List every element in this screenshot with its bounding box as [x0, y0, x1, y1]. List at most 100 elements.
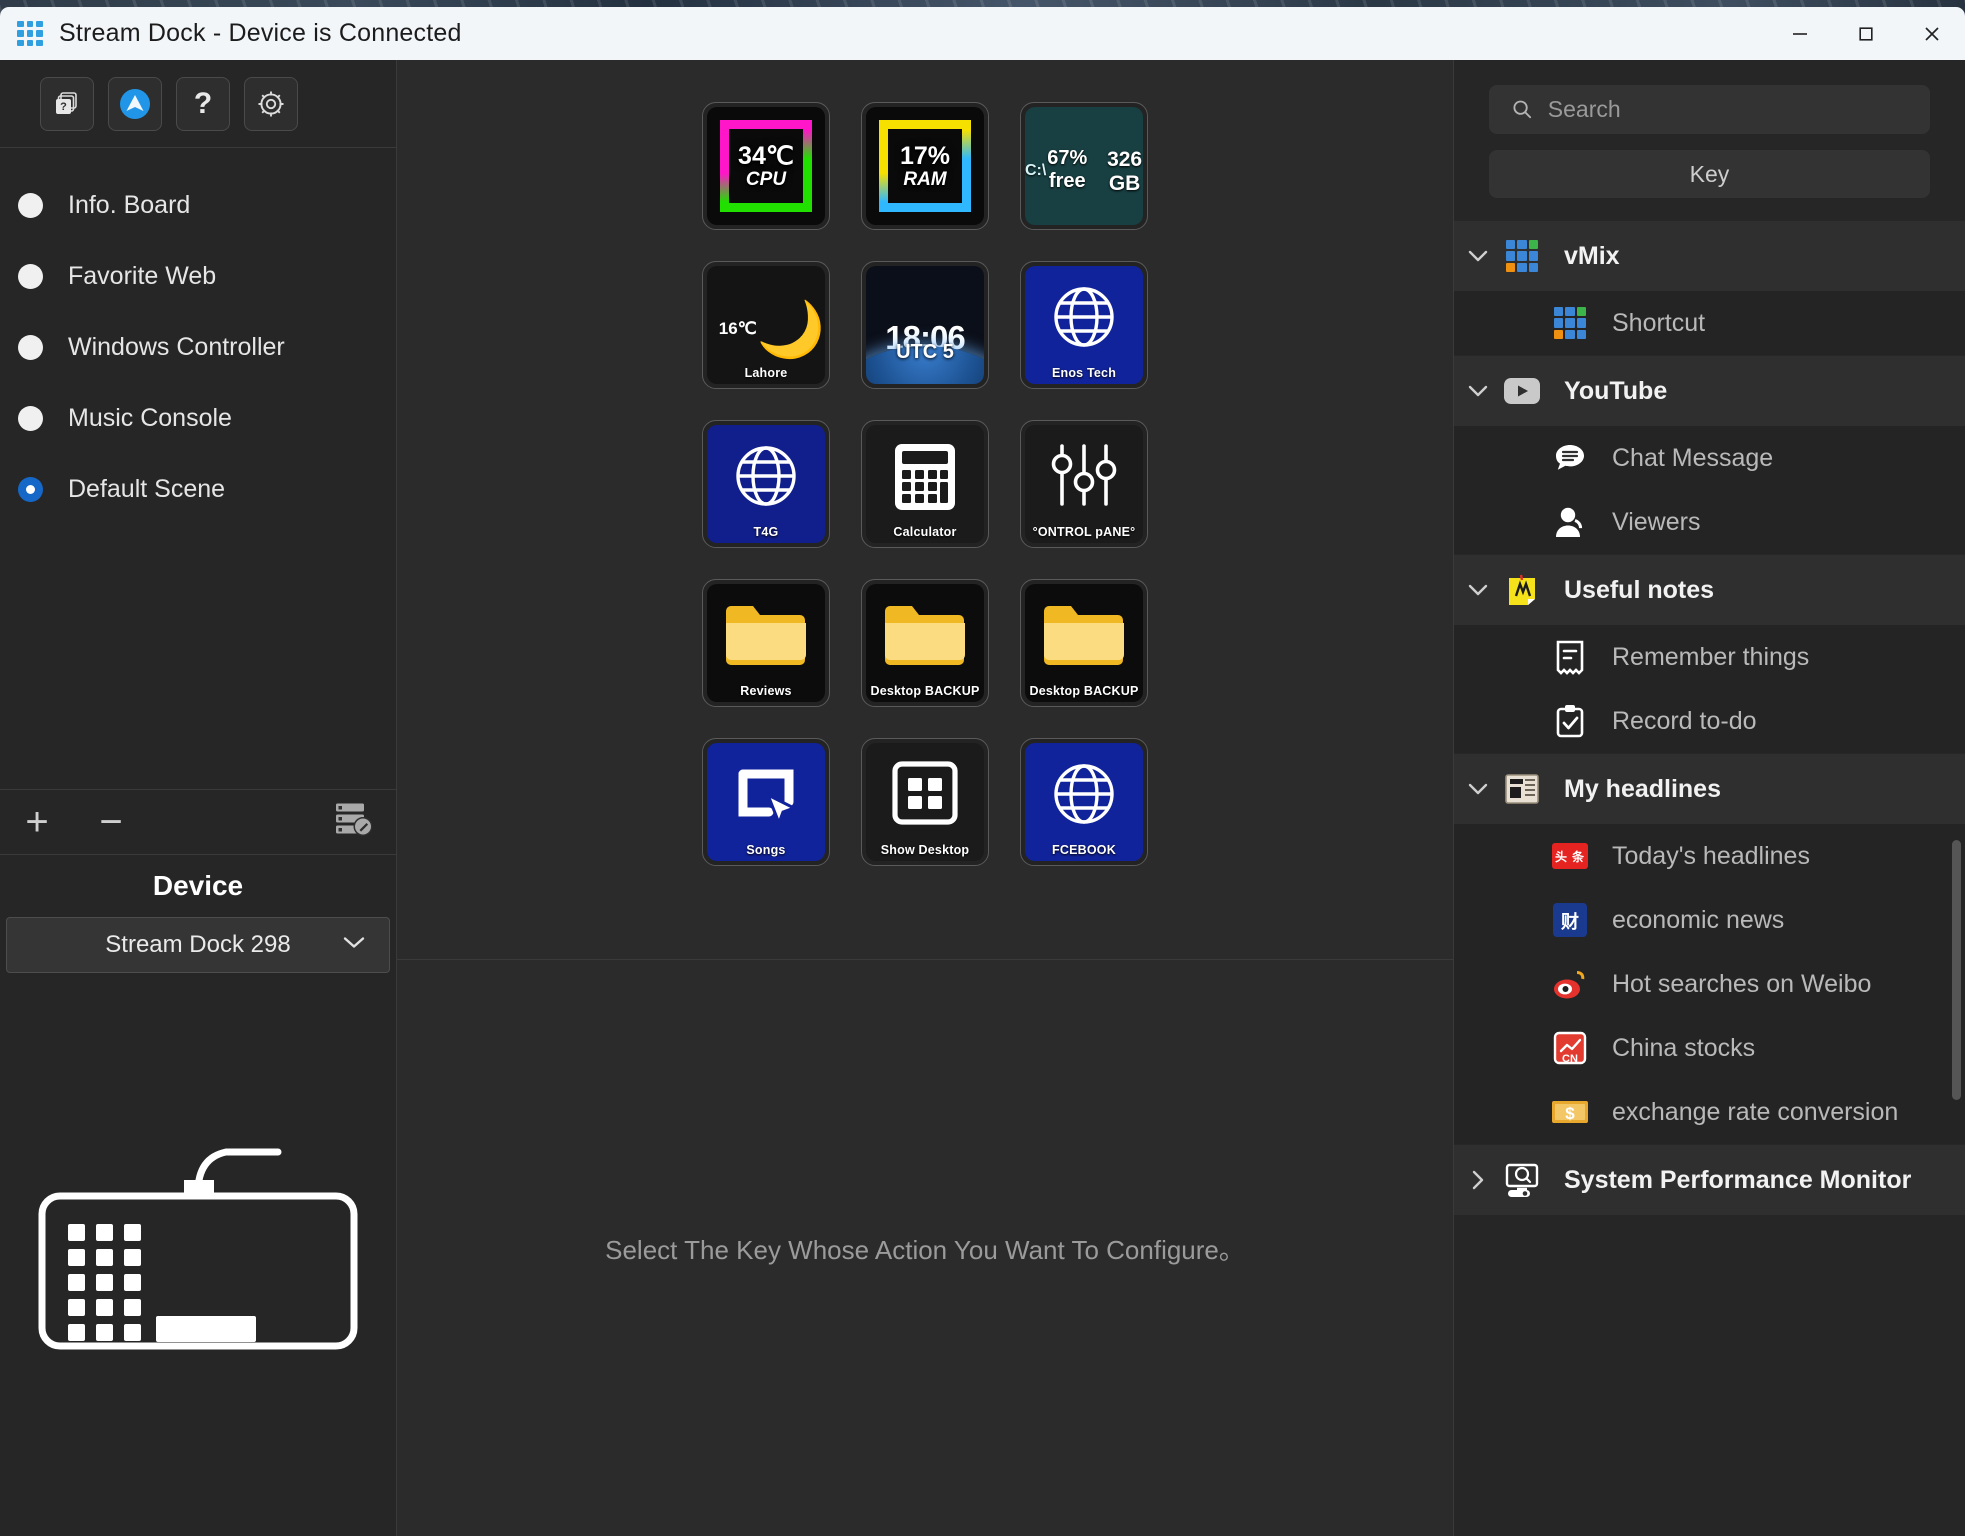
settings-button[interactable]	[244, 76, 298, 131]
key-calculator[interactable]: Calculator	[861, 420, 989, 548]
cursor-select-icon	[738, 769, 798, 828]
plugin-list-scrollbar[interactable]	[1952, 220, 1963, 1536]
close-button[interactable]	[1899, 7, 1965, 60]
plugin-item-remember-things[interactable]: Remember things	[1454, 625, 1965, 689]
globe-face: FCEBOOK	[1025, 743, 1143, 861]
globe-face: T4G	[707, 425, 825, 543]
chevron-down-icon[interactable]	[1454, 249, 1502, 263]
key-weather[interactable]: 16℃ 🌙 Lahore	[702, 261, 830, 389]
search-input[interactable]	[1547, 96, 1930, 123]
key-caption: Desktop BACKUP	[870, 684, 980, 698]
plugin-item-exchange-rate-conversion[interactable]: $ exchange rate conversion	[1454, 1080, 1965, 1144]
plugin-group-vmix[interactable]: vMix	[1454, 220, 1965, 291]
plugin-group-system-performance-monitor[interactable]: System Performance Monitor	[1454, 1144, 1965, 1215]
profile-button[interactable]	[108, 76, 162, 131]
cpu-label: CPU	[745, 169, 787, 190]
sidebar-item-music-console[interactable]: Music Console	[0, 383, 396, 454]
plugin-item-hot-searches-weibo[interactable]: Hot searches on Weibo	[1454, 952, 1965, 1016]
key-caption: Songs	[746, 843, 786, 857]
plugin-item-shortcut[interactable]: Shortcut	[1454, 291, 1965, 355]
key-show-desktop[interactable]: Show Desktop	[861, 738, 989, 866]
key-cpu[interactable]: 34℃ CPU	[702, 102, 830, 230]
key-folder-desktop-backup-2[interactable]: Desktop BACKUP	[1020, 579, 1148, 707]
disk-size-value: 326 GB	[1107, 148, 1143, 195]
scene-label: Favorite Web	[68, 262, 217, 290]
disk-drive-label: C:\	[1025, 161, 1047, 179]
edit-list-button[interactable]	[334, 801, 374, 842]
key-ram[interactable]: 17% RAM	[861, 102, 989, 230]
china-stocks-icon: CN	[1550, 1028, 1590, 1068]
plugin-group-youtube[interactable]: YouTube	[1454, 355, 1965, 426]
key-fcebook[interactable]: FCEBOOK	[1020, 738, 1148, 866]
sidebar-item-default-scene[interactable]: Default Scene	[0, 454, 396, 525]
vmix-grid-icon	[1502, 236, 1542, 276]
search-box[interactable]	[1489, 85, 1930, 134]
key-enos-tech[interactable]: Enos Tech	[1020, 261, 1148, 389]
radio-icon[interactable]	[18, 406, 43, 431]
neon-ram-face: 17% RAM	[866, 107, 984, 225]
disk-face: C:\ 67% free 326 GB	[1025, 107, 1143, 225]
plugin-list: vMix Shortcut YouTube Chat Message Viewe…	[1454, 220, 1965, 1536]
key-folder-reviews[interactable]: Reviews	[702, 579, 830, 707]
key-caption: T4G	[753, 525, 779, 539]
chevron-down-icon[interactable]	[1454, 384, 1502, 398]
device-selected-value: Stream Dock 298	[105, 930, 291, 958]
minimize-button[interactable]	[1767, 7, 1833, 60]
key-songs[interactable]: Songs	[702, 738, 830, 866]
add-scene-button[interactable]: +	[0, 802, 74, 842]
radio-icon-selected[interactable]	[18, 477, 43, 502]
sidebar-item-windows-controller[interactable]: Windows Controller	[0, 312, 396, 383]
remove-scene-button[interactable]: −	[74, 802, 148, 842]
key-disk[interactable]: C:\ 67% free 326 GB	[1020, 102, 1148, 230]
globe-icon	[736, 446, 796, 506]
sidebar-item-favorite-web[interactable]: Favorite Web	[0, 241, 396, 312]
title-bar[interactable]: Stream Dock - Device is Connected	[0, 7, 1965, 60]
svg-text:条: 条	[1571, 849, 1585, 864]
key-folder-desktop-backup-1[interactable]: Desktop BACKUP	[861, 579, 989, 707]
chevron-down-icon[interactable]	[1454, 583, 1502, 597]
keyboard-icon	[38, 1148, 358, 1350]
calculator-face: Calculator	[866, 425, 984, 543]
device-illustration-area	[0, 973, 396, 1536]
key-caption: Reviews	[740, 684, 792, 698]
sidebar-item-info-board[interactable]: Info. Board	[0, 170, 396, 241]
device-selector[interactable]: Stream Dock 298	[6, 916, 390, 973]
radio-icon[interactable]	[18, 264, 43, 289]
key-control-panel[interactable]: °ONTROL pANE°	[1020, 420, 1148, 548]
disk-free-percent: 67% free	[1047, 147, 1088, 192]
plugin-group-useful-notes[interactable]: Useful notes	[1454, 554, 1965, 625]
plugin-item-record-todo[interactable]: Record to-do	[1454, 689, 1965, 753]
key-clock[interactable]: 18:06 UTC 5	[861, 261, 989, 389]
scene-actions-bar: + −	[0, 788, 396, 855]
note-lines-icon	[1550, 637, 1590, 677]
scene-label: Music Console	[68, 404, 232, 432]
plugin-item-label: Record to-do	[1612, 706, 1757, 735]
plugin-group-my-headlines[interactable]: My headlines	[1454, 753, 1965, 824]
tab-key[interactable]: Key	[1489, 150, 1930, 198]
plugin-item-label: Viewers	[1612, 507, 1701, 536]
gear-icon	[258, 91, 284, 116]
plugin-item-todays-headlines[interactable]: 头条 Today's headlines	[1454, 824, 1965, 888]
key-t4g[interactable]: T4G	[702, 420, 830, 548]
radio-icon[interactable]	[18, 335, 43, 360]
device-heading: Device	[152, 869, 244, 901]
plugin-group-label: My headlines	[1564, 774, 1721, 803]
weather-temp: 16℃	[718, 319, 757, 338]
plugin-item-viewers[interactable]: Viewers	[1454, 490, 1965, 554]
copy-pages-button[interactable]: ?	[40, 76, 94, 131]
maximize-button[interactable]	[1833, 7, 1899, 60]
youtube-play-icon	[1502, 371, 1542, 411]
search-icon	[1513, 100, 1532, 119]
plugin-item-economic-news[interactable]: 财 economic news	[1454, 888, 1965, 952]
sliders-face: °ONTROL pANE°	[1025, 425, 1143, 543]
key-caption: °ONTROL pANE°	[1032, 525, 1136, 539]
help-button[interactable]: ?	[176, 76, 230, 131]
radio-icon[interactable]	[18, 193, 43, 218]
newspaper-icon	[1502, 769, 1542, 809]
plugin-item-chat-message[interactable]: Chat Message	[1454, 426, 1965, 490]
plugin-item-china-stocks[interactable]: CN China stocks	[1454, 1016, 1965, 1080]
plugin-list-scroll-thumb[interactable]	[1952, 840, 1961, 1100]
chevron-down-icon[interactable]	[1454, 782, 1502, 796]
chevron-right-icon[interactable]	[1454, 1169, 1502, 1191]
key-caption: Desktop BACKUP	[1029, 684, 1139, 698]
